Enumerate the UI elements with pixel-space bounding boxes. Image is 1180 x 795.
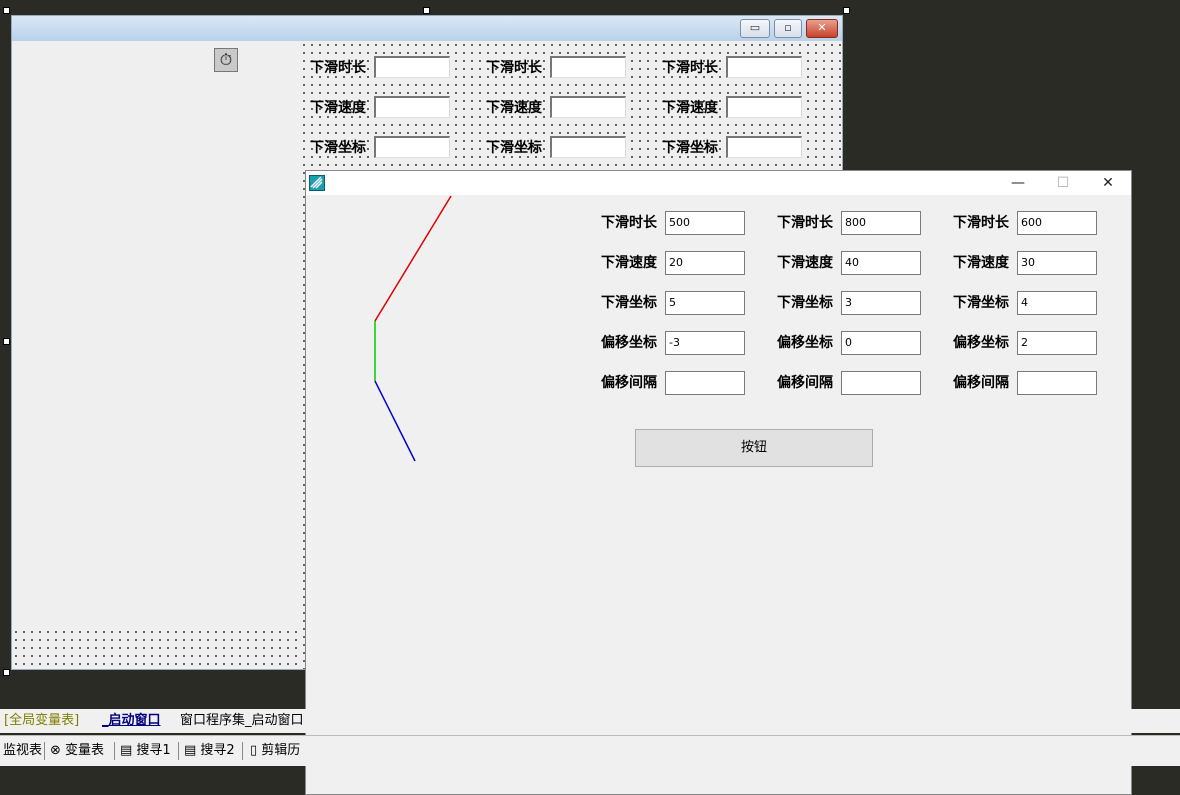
designer-titlebar: ▭ ▫ ✕: [12, 16, 842, 41]
field-input[interactable]: 5: [665, 291, 745, 315]
design-label: 下滑速度: [662, 100, 718, 116]
field-input[interactable]: 500: [665, 211, 745, 235]
divider: [242, 742, 243, 760]
tab-window-assembly[interactable]: 窗口程序集_启动窗口: [180, 711, 304, 731]
resize-handle[interactable]: [3, 338, 10, 345]
design-textbox[interactable]: [550, 56, 626, 78]
maximize-icon: ☐: [1056, 175, 1070, 191]
field-label: 下滑时长: [953, 215, 1009, 231]
search1-label: 搜寻1: [136, 743, 171, 758]
design-textbox[interactable]: [726, 96, 802, 118]
field-label: 下滑速度: [601, 255, 657, 271]
resize-handle[interactable]: [3, 7, 10, 14]
field-input[interactable]: 40: [841, 251, 921, 275]
search2-label: 搜寻2: [200, 743, 235, 758]
field-label: 下滑时长: [777, 215, 833, 231]
design-textbox[interactable]: [374, 56, 450, 78]
divider: [114, 742, 115, 760]
field-input[interactable]: 800: [841, 211, 921, 235]
field-label: 偏移坐标: [601, 335, 657, 351]
design-label: 下滑时长: [662, 60, 718, 76]
resize-handle[interactable]: [843, 7, 850, 14]
field-label: 偏移间隔: [953, 375, 1009, 391]
path-segment-blue: [374, 380, 416, 462]
design-textbox[interactable]: [726, 56, 802, 78]
field-label: 下滑速度: [777, 255, 833, 271]
tab-global-vars[interactable]: [全局变量表]: [4, 711, 79, 731]
field-input[interactable]: 3: [841, 291, 921, 315]
design-label: 下滑坐标: [310, 140, 366, 156]
field-label: 偏移坐标: [953, 335, 1009, 351]
clipboard-icon: ▯: [250, 743, 262, 758]
tab-startup-window[interactable]: _启动窗口: [102, 711, 161, 731]
resize-handle[interactable]: [3, 669, 10, 676]
search2-button[interactable]: ▤ 搜寻2: [184, 740, 235, 762]
path-segment-red: [374, 195, 452, 322]
design-label: 下滑时长: [486, 60, 542, 76]
field-input[interactable]: [665, 371, 745, 395]
timer-icon: ⏱: [219, 50, 233, 69]
timer-control[interactable]: ⏱: [214, 48, 238, 72]
minimize-icon: ▭: [749, 21, 761, 34]
field-input[interactable]: [841, 371, 921, 395]
variable-table-button[interactable]: ⊗ 变量表: [50, 740, 104, 762]
field-input[interactable]: 4: [1017, 291, 1097, 315]
search1-button[interactable]: ▤ 搜寻1: [120, 740, 171, 762]
minimize-icon: —: [1011, 175, 1025, 191]
design-textbox[interactable]: [374, 136, 450, 158]
maximize-button[interactable]: ☐: [1041, 171, 1085, 195]
design-label: 下滑坐标: [486, 140, 542, 156]
design-label: 下滑速度: [486, 100, 542, 116]
close-button[interactable]: ✕: [806, 19, 838, 38]
field-input[interactable]: 2: [1017, 331, 1097, 355]
field-input[interactable]: 0: [841, 331, 921, 355]
minimize-button[interactable]: —: [996, 171, 1040, 195]
field-label: 下滑坐标: [953, 295, 1009, 311]
clipboard-history-button[interactable]: ▯ 剪辑历: [250, 740, 300, 762]
close-button[interactable]: ✕: [1086, 171, 1130, 195]
field-label: 偏移间隔: [777, 375, 833, 391]
maximize-button[interactable]: ▫: [774, 19, 802, 38]
design-textbox[interactable]: [726, 136, 802, 158]
close-icon: ✕: [1102, 175, 1114, 191]
search-icon: ▤: [184, 743, 201, 758]
field-label: 下滑坐标: [777, 295, 833, 311]
field-input[interactable]: 600: [1017, 211, 1097, 235]
design-label: 下滑坐标: [662, 140, 718, 156]
field-input[interactable]: -3: [665, 331, 745, 355]
field-label: 下滑时长: [601, 215, 657, 231]
field-label: 下滑速度: [953, 255, 1009, 271]
field-label: 偏移坐标: [777, 335, 833, 351]
field-input[interactable]: 30: [1017, 251, 1097, 275]
field-input[interactable]: [1017, 371, 1097, 395]
bottom-toolbar: 监视表 ⊗ 变量表 ▤ 搜寻1 ▤ 搜寻2 ▯ 剪辑历: [0, 735, 1180, 766]
search-icon: ▤: [120, 743, 137, 758]
design-textbox[interactable]: [374, 96, 450, 118]
clipboard-history-label: 剪辑历: [261, 743, 301, 758]
runtime-window: — ☐ ✕ 按钮 下滑时长 500 下滑时长 800 下滑时长 600 下滑速度 20 下滑速度…: [305, 170, 1132, 795]
design-label: 下滑速度: [310, 100, 366, 116]
resize-handle[interactable]: [423, 7, 430, 14]
divider: [178, 742, 179, 760]
minimize-button[interactable]: ▭: [740, 19, 770, 38]
variable-table-label: 变量表: [65, 743, 105, 758]
design-grid-bottom: [12, 628, 300, 669]
maximize-icon: ▫: [784, 21, 792, 34]
design-textbox[interactable]: [550, 96, 626, 118]
design-textbox[interactable]: [550, 136, 626, 158]
divider: [44, 742, 45, 760]
field-input[interactable]: 20: [665, 251, 745, 275]
field-label: 偏移间隔: [601, 375, 657, 391]
watch-table-button[interactable]: 监视表: [3, 740, 42, 762]
field-label: 下滑坐标: [601, 295, 657, 311]
design-label: 下滑时长: [310, 60, 366, 76]
tab-bar: [全局变量表] _启动窗口 窗口程序集_启动窗口: [0, 709, 1180, 733]
close-icon: ✕: [817, 21, 827, 34]
action-button[interactable]: 按钮: [635, 429, 873, 467]
swipe-path-drawing: [374, 195, 452, 462]
variables-icon: ⊗: [50, 743, 66, 758]
